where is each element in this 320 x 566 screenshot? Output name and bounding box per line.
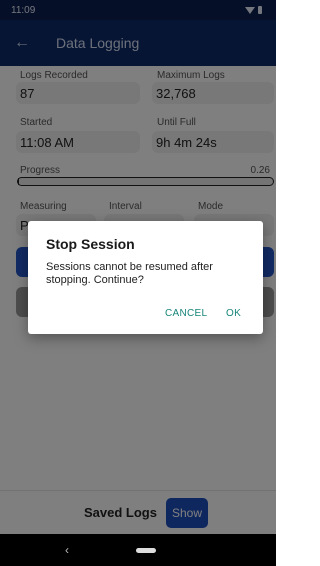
dialog-message: Sessions cannot be resumed after stoppin… — [46, 261, 213, 286]
nav-home-pill[interactable] — [136, 548, 156, 553]
system-nav-bar: ‹ — [0, 534, 276, 566]
nav-back-icon[interactable]: ‹ — [65, 543, 69, 557]
ok-button[interactable]: OK — [226, 308, 241, 319]
cancel-button[interactable]: CANCEL — [165, 308, 207, 319]
stop-session-dialog: Stop Session Sessions cannot be resumed … — [28, 221, 263, 334]
dialog-title: Stop Session — [46, 236, 135, 252]
